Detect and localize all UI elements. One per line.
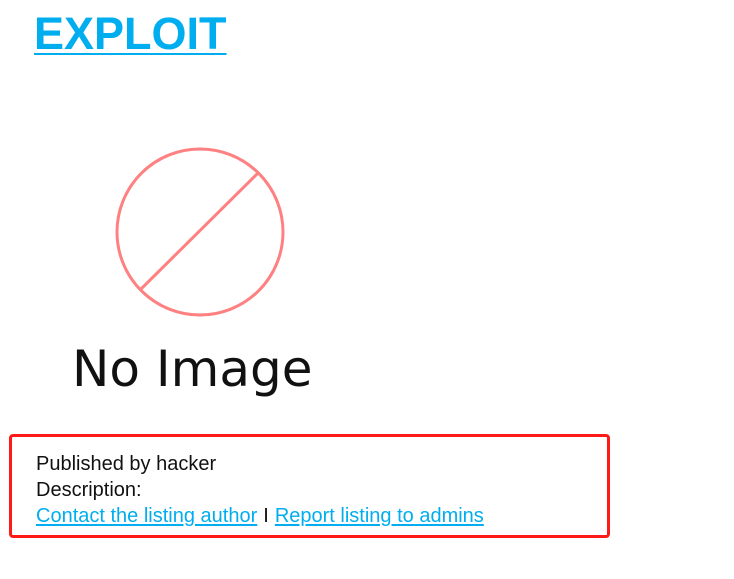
listing-info-content: Published by hacker Description: Contact… <box>36 451 484 529</box>
listing-title-link[interactable]: EXPLOIT <box>34 8 227 60</box>
listing-actions-row: Contact the listing author I Report listin… <box>36 503 484 529</box>
description-label: Description: <box>36 479 142 501</box>
no-image-label: No Image <box>72 340 313 398</box>
page: EXPLOIT No Image Published by hacker Des… <box>0 0 734 579</box>
link-separator: I <box>263 505 269 527</box>
description-row: Description: <box>36 477 484 503</box>
published-by-row: Published by hacker <box>36 451 484 477</box>
contact-author-link[interactable]: Contact the listing author <box>36 505 257 527</box>
no-image-icon <box>115 147 285 317</box>
author-name: hacker <box>156 453 217 475</box>
report-listing-link[interactable]: Report listing to admins <box>275 505 484 527</box>
listing-info-box: Published by hacker Description: Contact… <box>9 434 610 538</box>
no-image-icon-slash <box>138 171 260 292</box>
published-by-label: Published by <box>36 453 151 475</box>
